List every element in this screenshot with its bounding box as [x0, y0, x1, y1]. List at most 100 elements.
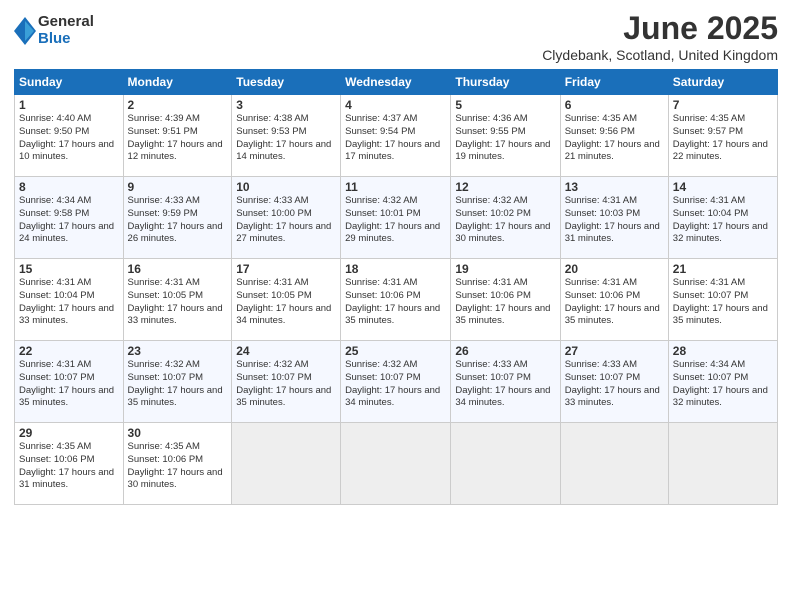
day-detail: Sunrise: 4:31 AM Sunset: 10:05 PM Daylig… — [128, 277, 228, 328]
day-number: 29 — [19, 426, 119, 440]
day-number: 1 — [19, 98, 119, 112]
calendar-week-row: 15 Sunrise: 4:31 AM Sunset: 10:04 PM Day… — [15, 259, 778, 341]
day-detail: Sunrise: 4:35 AM Sunset: 10:06 PM Daylig… — [128, 441, 228, 492]
table-row: 17 Sunrise: 4:31 AM Sunset: 10:05 PM Day… — [232, 259, 341, 341]
day-number: 16 — [128, 262, 228, 276]
day-number: 25 — [345, 344, 446, 358]
day-detail: Sunrise: 4:33 AM Sunset: 9:59 PM Dayligh… — [128, 195, 228, 246]
day-number: 18 — [345, 262, 446, 276]
day-number: 4 — [345, 98, 446, 112]
table-row — [668, 423, 777, 505]
day-detail: Sunrise: 4:31 AM Sunset: 10:04 PM Daylig… — [673, 195, 773, 246]
day-number: 23 — [128, 344, 228, 358]
logo-general-text: General — [38, 14, 94, 31]
table-row: 22 Sunrise: 4:31 AM Sunset: 10:07 PM Day… — [15, 341, 124, 423]
table-row: 9 Sunrise: 4:33 AM Sunset: 9:59 PM Dayli… — [123, 177, 232, 259]
table-row: 19 Sunrise: 4:31 AM Sunset: 10:06 PM Day… — [451, 259, 560, 341]
day-number: 8 — [19, 180, 119, 194]
day-detail: Sunrise: 4:35 AM Sunset: 9:56 PM Dayligh… — [565, 113, 664, 164]
col-monday: Monday — [123, 70, 232, 95]
day-number: 20 — [565, 262, 664, 276]
month-title: June 2025 — [542, 10, 778, 47]
day-number: 28 — [673, 344, 773, 358]
table-row: 6 Sunrise: 4:35 AM Sunset: 9:56 PM Dayli… — [560, 95, 668, 177]
day-number: 7 — [673, 98, 773, 112]
day-detail: Sunrise: 4:33 AM Sunset: 10:07 PM Daylig… — [455, 359, 555, 410]
day-number: 22 — [19, 344, 119, 358]
day-number: 12 — [455, 180, 555, 194]
table-row — [560, 423, 668, 505]
day-number: 13 — [565, 180, 664, 194]
table-row — [451, 423, 560, 505]
day-detail: Sunrise: 4:33 AM Sunset: 10:07 PM Daylig… — [565, 359, 664, 410]
table-row — [341, 423, 451, 505]
day-number: 6 — [565, 98, 664, 112]
table-row: 30 Sunrise: 4:35 AM Sunset: 10:06 PM Day… — [123, 423, 232, 505]
table-row: 24 Sunrise: 4:32 AM Sunset: 10:07 PM Day… — [232, 341, 341, 423]
day-number: 9 — [128, 180, 228, 194]
day-number: 14 — [673, 180, 773, 194]
day-number: 2 — [128, 98, 228, 112]
day-number: 3 — [236, 98, 336, 112]
day-detail: Sunrise: 4:31 AM Sunset: 10:05 PM Daylig… — [236, 277, 336, 328]
table-row: 15 Sunrise: 4:31 AM Sunset: 10:04 PM Day… — [15, 259, 124, 341]
calendar-week-row: 29 Sunrise: 4:35 AM Sunset: 10:06 PM Day… — [15, 423, 778, 505]
day-detail: Sunrise: 4:32 AM Sunset: 10:07 PM Daylig… — [128, 359, 228, 410]
calendar-table: Sunday Monday Tuesday Wednesday Thursday… — [14, 69, 778, 505]
table-row: 13 Sunrise: 4:31 AM Sunset: 10:03 PM Day… — [560, 177, 668, 259]
day-detail: Sunrise: 4:31 AM Sunset: 10:06 PM Daylig… — [565, 277, 664, 328]
page-container: General Blue June 2025 Clydebank, Scotla… — [0, 0, 792, 515]
table-row: 21 Sunrise: 4:31 AM Sunset: 10:07 PM Day… — [668, 259, 777, 341]
header: General Blue June 2025 Clydebank, Scotla… — [14, 10, 778, 63]
location: Clydebank, Scotland, United Kingdom — [542, 47, 778, 63]
day-number: 21 — [673, 262, 773, 276]
day-detail: Sunrise: 4:31 AM Sunset: 10:07 PM Daylig… — [673, 277, 773, 328]
table-row: 1 Sunrise: 4:40 AM Sunset: 9:50 PM Dayli… — [15, 95, 124, 177]
day-detail: Sunrise: 4:34 AM Sunset: 9:58 PM Dayligh… — [19, 195, 119, 246]
day-number: 26 — [455, 344, 555, 358]
table-row — [232, 423, 341, 505]
table-row: 23 Sunrise: 4:32 AM Sunset: 10:07 PM Day… — [123, 341, 232, 423]
table-row: 28 Sunrise: 4:34 AM Sunset: 10:07 PM Day… — [668, 341, 777, 423]
table-row: 16 Sunrise: 4:31 AM Sunset: 10:05 PM Day… — [123, 259, 232, 341]
day-number: 27 — [565, 344, 664, 358]
day-detail: Sunrise: 4:37 AM Sunset: 9:54 PM Dayligh… — [345, 113, 446, 164]
day-number: 15 — [19, 262, 119, 276]
day-detail: Sunrise: 4:32 AM Sunset: 10:02 PM Daylig… — [455, 195, 555, 246]
table-row: 18 Sunrise: 4:31 AM Sunset: 10:06 PM Day… — [341, 259, 451, 341]
table-row: 5 Sunrise: 4:36 AM Sunset: 9:55 PM Dayli… — [451, 95, 560, 177]
table-row: 8 Sunrise: 4:34 AM Sunset: 9:58 PM Dayli… — [15, 177, 124, 259]
col-saturday: Saturday — [668, 70, 777, 95]
table-row: 20 Sunrise: 4:31 AM Sunset: 10:06 PM Day… — [560, 259, 668, 341]
table-row: 29 Sunrise: 4:35 AM Sunset: 10:06 PM Day… — [15, 423, 124, 505]
logo-text: General Blue — [38, 14, 94, 47]
table-row: 4 Sunrise: 4:37 AM Sunset: 9:54 PM Dayli… — [341, 95, 451, 177]
col-tuesday: Tuesday — [232, 70, 341, 95]
day-number: 19 — [455, 262, 555, 276]
table-row: 25 Sunrise: 4:32 AM Sunset: 10:07 PM Day… — [341, 341, 451, 423]
title-block: June 2025 Clydebank, Scotland, United Ki… — [542, 10, 778, 63]
day-detail: Sunrise: 4:35 AM Sunset: 10:06 PM Daylig… — [19, 441, 119, 492]
day-detail: Sunrise: 4:33 AM Sunset: 10:00 PM Daylig… — [236, 195, 336, 246]
day-detail: Sunrise: 4:32 AM Sunset: 10:07 PM Daylig… — [236, 359, 336, 410]
col-thursday: Thursday — [451, 70, 560, 95]
day-number: 11 — [345, 180, 446, 194]
day-number: 10 — [236, 180, 336, 194]
table-row: 26 Sunrise: 4:33 AM Sunset: 10:07 PM Day… — [451, 341, 560, 423]
day-detail: Sunrise: 4:35 AM Sunset: 9:57 PM Dayligh… — [673, 113, 773, 164]
calendar-week-row: 1 Sunrise: 4:40 AM Sunset: 9:50 PM Dayli… — [15, 95, 778, 177]
logo-icon — [14, 17, 36, 45]
logo-blue-text: Blue — [38, 31, 94, 48]
table-row: 14 Sunrise: 4:31 AM Sunset: 10:04 PM Day… — [668, 177, 777, 259]
calendar-header-row: Sunday Monday Tuesday Wednesday Thursday… — [15, 70, 778, 95]
day-detail: Sunrise: 4:32 AM Sunset: 10:01 PM Daylig… — [345, 195, 446, 246]
day-detail: Sunrise: 4:31 AM Sunset: 10:06 PM Daylig… — [345, 277, 446, 328]
col-friday: Friday — [560, 70, 668, 95]
col-sunday: Sunday — [15, 70, 124, 95]
day-detail: Sunrise: 4:32 AM Sunset: 10:07 PM Daylig… — [345, 359, 446, 410]
day-detail: Sunrise: 4:31 AM Sunset: 10:06 PM Daylig… — [455, 277, 555, 328]
col-wednesday: Wednesday — [341, 70, 451, 95]
table-row: 11 Sunrise: 4:32 AM Sunset: 10:01 PM Day… — [341, 177, 451, 259]
day-detail: Sunrise: 4:31 AM Sunset: 10:03 PM Daylig… — [565, 195, 664, 246]
table-row: 10 Sunrise: 4:33 AM Sunset: 10:00 PM Day… — [232, 177, 341, 259]
